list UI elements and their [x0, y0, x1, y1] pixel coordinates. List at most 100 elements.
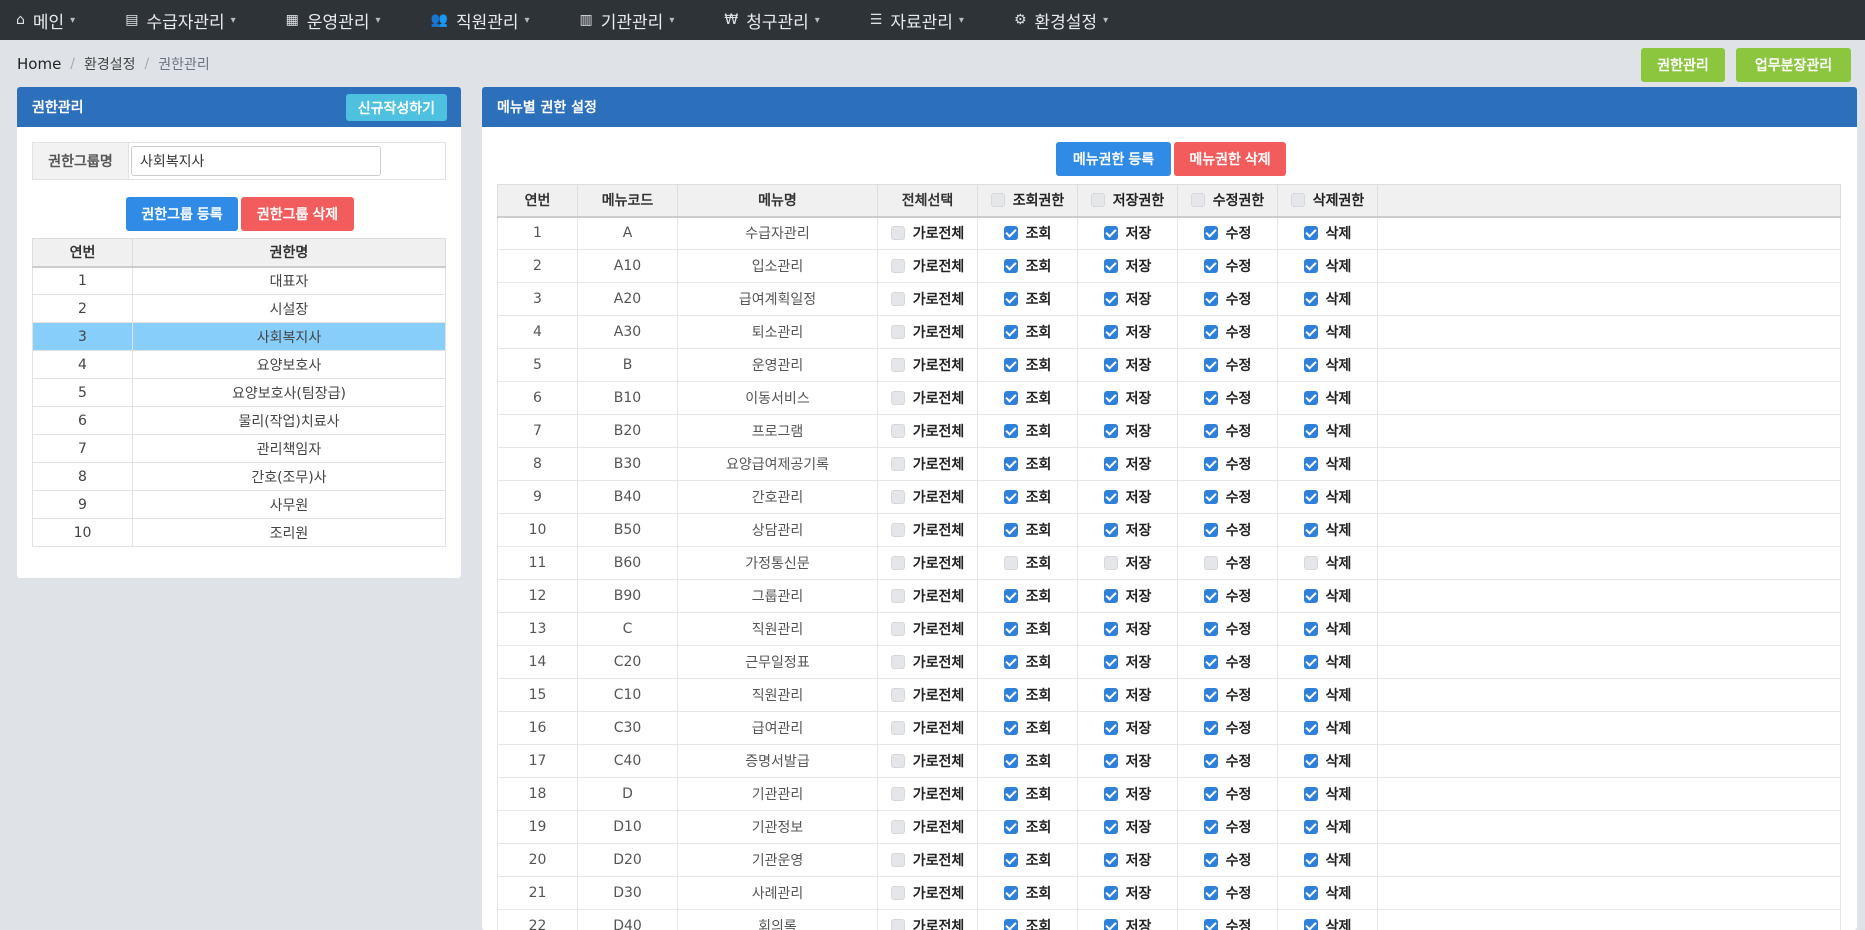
- checkbox-icon[interactable]: [1103, 457, 1118, 471]
- table-row[interactable]: 2 시설장: [32, 294, 446, 323]
- edit-permission-cell[interactable]: 수정: [1177, 381, 1278, 415]
- table-row[interactable]: 1 대표자: [32, 266, 446, 295]
- delete-permission-cell[interactable]: 삭제: [1277, 777, 1378, 811]
- save-permission-cell[interactable]: 저장: [1077, 909, 1178, 930]
- all-permission-cell[interactable]: 가로전체: [877, 315, 978, 349]
- checkbox-icon[interactable]: [1103, 556, 1118, 570]
- table-row[interactable]: 10 조리원: [32, 518, 446, 547]
- checkbox-icon[interactable]: [1203, 655, 1218, 669]
- delete-permission-cell[interactable]: 삭제: [1277, 678, 1378, 712]
- delete-permission-cell[interactable]: 삭제: [1277, 546, 1378, 580]
- checkbox-icon[interactable]: [1003, 589, 1018, 603]
- table-row[interactable]: 3 사회복지사: [32, 322, 446, 351]
- save-permission-cell[interactable]: 저장: [1077, 447, 1178, 481]
- checkbox-icon[interactable]: [1103, 853, 1118, 867]
- all-permission-cell[interactable]: 가로전체: [877, 777, 978, 811]
- checkbox-icon[interactable]: [1303, 688, 1318, 702]
- save-permission-cell[interactable]: 저장: [1077, 282, 1178, 316]
- checkbox-icon[interactable]: [1103, 688, 1118, 702]
- checkbox-icon[interactable]: [1203, 919, 1218, 930]
- delete-permission-cell[interactable]: 삭제: [1277, 612, 1378, 646]
- all-permission-cell[interactable]: 가로전체: [877, 216, 978, 250]
- all-permission-cell[interactable]: 가로전체: [877, 447, 978, 481]
- checkbox-icon[interactable]: [890, 226, 905, 241]
- all-permission-cell[interactable]: 가로전체: [877, 843, 978, 877]
- delete-permission-cell[interactable]: 삭제: [1277, 249, 1378, 283]
- save-permission-cell[interactable]: 저장: [1077, 876, 1178, 910]
- checkbox-icon[interactable]: [1103, 358, 1118, 372]
- group-register-button[interactable]: 권한그룹 등록: [126, 197, 238, 231]
- breadcrumb-section[interactable]: 환경설정: [84, 54, 136, 74]
- checkbox-icon[interactable]: [1303, 622, 1318, 636]
- delete-permission-cell[interactable]: 삭제: [1277, 315, 1378, 349]
- checkbox-icon[interactable]: [1203, 325, 1218, 339]
- save-permission-cell[interactable]: 저장: [1077, 810, 1178, 844]
- checkbox-icon[interactable]: [1103, 721, 1118, 735]
- checkbox-icon[interactable]: [1003, 523, 1018, 537]
- delete-permission-cell[interactable]: 삭제: [1277, 876, 1378, 910]
- auth-manage-button[interactable]: 권한관리: [1641, 48, 1725, 82]
- breadcrumb-home[interactable]: Home: [17, 55, 61, 73]
- edit-permission-cell[interactable]: 수정: [1177, 480, 1278, 514]
- checkbox-icon[interactable]: [990, 193, 1005, 208]
- checkbox-icon[interactable]: [890, 787, 905, 801]
- checkbox-icon[interactable]: [1003, 490, 1018, 504]
- checkbox-icon[interactable]: [1303, 787, 1318, 801]
- checkbox-icon[interactable]: [1003, 886, 1018, 900]
- table-row[interactable]: 9 사무원: [32, 490, 446, 519]
- all-permission-cell[interactable]: 가로전체: [877, 513, 978, 547]
- save-permission-cell[interactable]: 저장: [1077, 249, 1178, 283]
- checkbox-icon[interactable]: [1203, 688, 1218, 702]
- all-permission-cell[interactable]: 가로전체: [877, 645, 978, 679]
- checkbox-icon[interactable]: [1003, 754, 1018, 768]
- checkbox-icon[interactable]: [890, 424, 905, 438]
- checkbox-icon[interactable]: [1203, 853, 1218, 867]
- checkbox-icon[interactable]: [890, 358, 905, 372]
- edit-permission-cell[interactable]: 수정: [1177, 612, 1278, 646]
- checkbox-icon[interactable]: [890, 919, 905, 930]
- edit-all-header[interactable]: 수정권한: [1177, 184, 1278, 218]
- delete-permission-cell[interactable]: 삭제: [1277, 744, 1378, 778]
- checkbox-icon[interactable]: [1303, 424, 1318, 438]
- edit-permission-cell[interactable]: 수정: [1177, 843, 1278, 877]
- checkbox-icon[interactable]: [1003, 457, 1018, 471]
- nav-item[interactable]: ☰ 자료관리 ▾: [870, 8, 964, 33]
- save-permission-cell[interactable]: 저장: [1077, 744, 1178, 778]
- checkbox-icon[interactable]: [1003, 424, 1018, 438]
- delete-permission-cell[interactable]: 삭제: [1277, 513, 1378, 547]
- checkbox-icon[interactable]: [1003, 226, 1018, 241]
- view-permission-cell[interactable]: 조회: [977, 315, 1078, 349]
- checkbox-icon[interactable]: [1303, 820, 1318, 834]
- checkbox-icon[interactable]: [890, 325, 905, 339]
- nav-item[interactable]: ▥ 기관관리 ▾: [580, 8, 675, 33]
- checkbox-icon[interactable]: [1303, 490, 1318, 504]
- nav-item[interactable]: ▦ 운영관리 ▾: [286, 8, 381, 33]
- checkbox-icon[interactable]: [890, 622, 905, 636]
- checkbox-icon[interactable]: [1003, 721, 1018, 735]
- checkbox-icon[interactable]: [1103, 919, 1118, 930]
- all-permission-cell[interactable]: 가로전체: [877, 282, 978, 316]
- checkbox-icon[interactable]: [1303, 655, 1318, 669]
- delete-permission-cell[interactable]: 삭제: [1277, 348, 1378, 382]
- checkbox-icon[interactable]: [1203, 391, 1218, 405]
- edit-permission-cell[interactable]: 수정: [1177, 645, 1278, 679]
- edit-permission-cell[interactable]: 수정: [1177, 909, 1278, 930]
- delete-permission-cell[interactable]: 삭제: [1277, 843, 1378, 877]
- checkbox-icon[interactable]: [1303, 391, 1318, 405]
- save-permission-cell[interactable]: 저장: [1077, 513, 1178, 547]
- save-permission-cell[interactable]: 저장: [1077, 348, 1178, 382]
- checkbox-icon[interactable]: [890, 457, 905, 471]
- delete-permission-cell[interactable]: 삭제: [1277, 282, 1378, 316]
- view-permission-cell[interactable]: 조회: [977, 645, 1078, 679]
- delete-permission-cell[interactable]: 삭제: [1277, 645, 1378, 679]
- checkbox-icon[interactable]: [1103, 391, 1118, 405]
- checkbox-icon[interactable]: [1103, 523, 1118, 537]
- edit-permission-cell[interactable]: 수정: [1177, 513, 1278, 547]
- delete-permission-cell[interactable]: 삭제: [1277, 579, 1378, 613]
- checkbox-icon[interactable]: [1103, 292, 1118, 306]
- all-permission-cell[interactable]: 가로전체: [877, 414, 978, 448]
- delete-permission-cell[interactable]: 삭제: [1277, 216, 1378, 250]
- checkbox-icon[interactable]: [1203, 556, 1218, 570]
- all-permission-cell[interactable]: 가로전체: [877, 579, 978, 613]
- checkbox-icon[interactable]: [1103, 754, 1118, 768]
